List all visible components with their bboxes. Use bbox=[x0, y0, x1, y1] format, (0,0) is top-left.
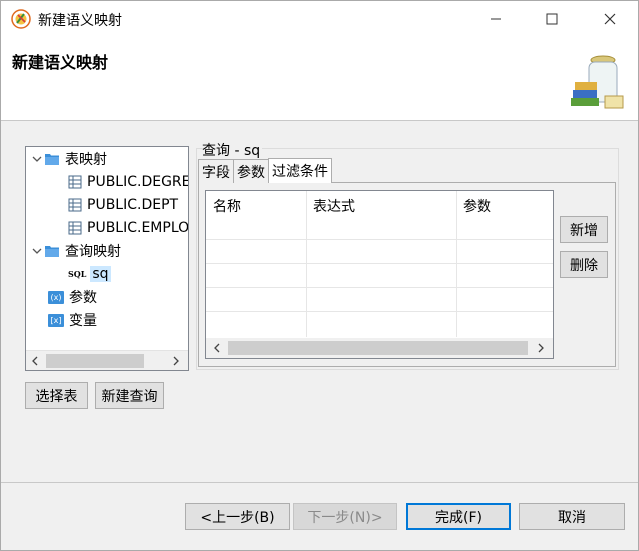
jar-books-icon bbox=[571, 55, 624, 109]
tree-item-label: PUBLIC.EMPLO bbox=[87, 220, 189, 236]
scroll-thumb[interactable] bbox=[228, 341, 528, 355]
column-header-parameter[interactable]: 参数 bbox=[463, 196, 491, 216]
param-folder-icon: (x) bbox=[48, 290, 64, 304]
tree-item-label: 查询映射 bbox=[65, 244, 121, 260]
wizard-header: 新建语义映射 bbox=[1, 37, 638, 121]
filter-table[interactable]: 名称 表达式 参数 bbox=[205, 190, 554, 359]
add-button[interactable]: 新增 bbox=[560, 216, 608, 243]
tree-item-variables[interactable]: [x] 变量 bbox=[48, 309, 97, 331]
tree-item-label: PUBLIC.DEPT bbox=[87, 197, 179, 213]
scroll-right-icon[interactable] bbox=[537, 343, 545, 353]
row-divider bbox=[206, 311, 553, 312]
tree-item-label: PUBLIC.DEGRE bbox=[87, 174, 189, 190]
tab-parameters[interactable]: 参数 bbox=[233, 159, 269, 183]
table-icon bbox=[68, 175, 82, 189]
table-horizontal-scrollbar[interactable] bbox=[206, 338, 553, 358]
select-table-button[interactable]: 选择表 bbox=[25, 382, 88, 409]
row-divider bbox=[206, 263, 553, 264]
tree-item-table-mapping[interactable]: 表映射 bbox=[30, 148, 107, 170]
mapping-tree[interactable]: 表映射 PUBLIC.DEGRE PUBLIC.DEPT PUBLIC.EMPL… bbox=[25, 146, 189, 371]
finish-button[interactable]: 完成(F) bbox=[406, 503, 511, 530]
column-header-name[interactable]: 名称 bbox=[213, 196, 241, 216]
close-icon[interactable] bbox=[581, 1, 639, 37]
tree-item-parameters[interactable]: (x) 参数 bbox=[48, 286, 97, 308]
maximize-icon[interactable] bbox=[523, 1, 581, 37]
tree-item-label: 参数 bbox=[69, 290, 97, 306]
cancel-button[interactable]: 取消 bbox=[519, 503, 625, 530]
row-divider bbox=[206, 239, 553, 240]
var-folder-icon: [x] bbox=[48, 313, 64, 327]
scroll-left-icon[interactable] bbox=[213, 343, 221, 353]
sql-icon: SQL bbox=[68, 269, 87, 279]
column-header-expression[interactable]: 表达式 bbox=[313, 196, 355, 216]
tab-fields[interactable]: 字段 bbox=[198, 159, 234, 183]
title-bar: 新建语义映射 bbox=[1, 1, 638, 37]
table-icon bbox=[68, 198, 82, 212]
tree-item-label: 变量 bbox=[69, 313, 97, 329]
tree-item-query-sq[interactable]: SQL sq bbox=[68, 263, 111, 285]
row-divider bbox=[206, 287, 553, 288]
tree-item-table[interactable]: PUBLIC.DEGRE bbox=[68, 171, 189, 193]
chevron-down-icon[interactable] bbox=[30, 154, 44, 164]
minimize-icon[interactable] bbox=[467, 1, 525, 37]
delete-button[interactable]: 删除 bbox=[560, 251, 608, 278]
app-logo-icon bbox=[11, 9, 31, 29]
next-button[interactable]: 下一步(N)> bbox=[293, 503, 397, 530]
tree-item-query-mapping[interactable]: 查询映射 bbox=[30, 240, 121, 262]
tree-horizontal-scrollbar[interactable] bbox=[26, 350, 188, 370]
scroll-right-icon[interactable] bbox=[172, 356, 180, 366]
page-title: 新建语义映射 bbox=[12, 53, 109, 72]
tab-filter-conditions[interactable]: 过滤条件 bbox=[268, 158, 332, 183]
tree-item-label: 表映射 bbox=[65, 152, 107, 168]
folder-icon bbox=[45, 154, 59, 165]
dialog-window: 新建语义映射 新建语义映射 表映射 PUBLIC.DEGRE PUBLIC.DE… bbox=[0, 0, 639, 551]
tree-item-table[interactable]: PUBLIC.EMPLO bbox=[68, 217, 189, 239]
tree-item-table[interactable]: PUBLIC.DEPT bbox=[68, 194, 178, 216]
tree-item-label: sq bbox=[90, 266, 111, 282]
footer-divider bbox=[1, 482, 638, 483]
window-title: 新建语义映射 bbox=[38, 13, 122, 29]
query-title: 查询 - sq bbox=[202, 140, 263, 160]
chevron-down-icon[interactable] bbox=[30, 246, 44, 256]
previous-button[interactable]: <上一步(B) bbox=[185, 503, 290, 530]
table-icon bbox=[68, 221, 82, 235]
new-query-button[interactable]: 新建查询 bbox=[95, 382, 164, 409]
query-tabs: 字段 参数 过滤条件 bbox=[198, 158, 332, 183]
folder-icon bbox=[45, 246, 59, 257]
scroll-thumb[interactable] bbox=[46, 354, 144, 368]
scroll-left-icon[interactable] bbox=[31, 356, 39, 366]
